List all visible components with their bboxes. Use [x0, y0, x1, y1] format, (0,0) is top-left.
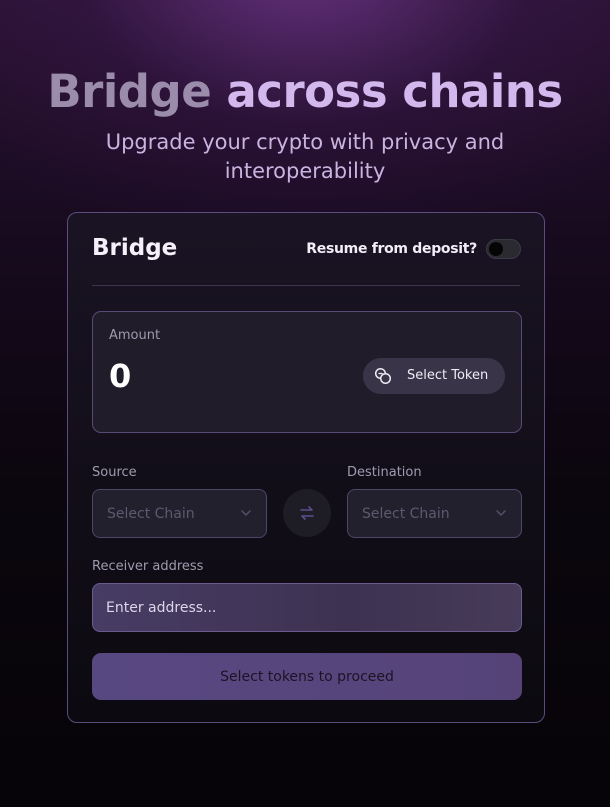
hero-subtitle: Upgrade your crypto with privacy and int…: [105, 130, 505, 183]
swap-arrows-icon: [300, 506, 314, 520]
resume-toggle[interactable]: [486, 239, 521, 259]
destination-chain-select[interactable]: Select Chain: [347, 489, 522, 538]
bridge-card: Bridge Resume from deposit? Amount 0 Sel…: [67, 212, 545, 723]
amount-panel: Amount 0 Select Token: [92, 311, 522, 433]
card-title: Bridge: [92, 235, 178, 261]
hero-title-part1: Bridge: [47, 65, 212, 118]
hero-title-part2: across chains: [226, 65, 563, 118]
source-chain-placeholder: Select Chain: [107, 506, 195, 522]
amount-label: Amount: [109, 328, 161, 343]
source-chain-select[interactable]: Select Chain: [92, 489, 267, 538]
toggle-knob: [489, 242, 503, 256]
select-token-label: Select Token: [407, 368, 489, 383]
destination-chain-placeholder: Select Chain: [362, 506, 450, 522]
proceed-button[interactable]: Select tokens to proceed: [92, 653, 522, 700]
coins-icon: [374, 367, 392, 385]
chevron-down-icon: [496, 510, 506, 516]
hero-title: Bridge across chains: [0, 62, 610, 122]
resume-label: Resume from deposit?: [306, 241, 477, 257]
swap-chains-button[interactable]: [283, 489, 331, 537]
receiver-address-input[interactable]: [92, 583, 522, 632]
source-label: Source: [92, 465, 137, 480]
amount-input[interactable]: 0: [109, 357, 131, 395]
destination-label: Destination: [347, 465, 422, 480]
chevron-down-icon: [241, 510, 251, 516]
receiver-label: Receiver address: [92, 559, 204, 574]
select-token-button[interactable]: Select Token: [363, 358, 505, 394]
divider: [92, 285, 520, 286]
